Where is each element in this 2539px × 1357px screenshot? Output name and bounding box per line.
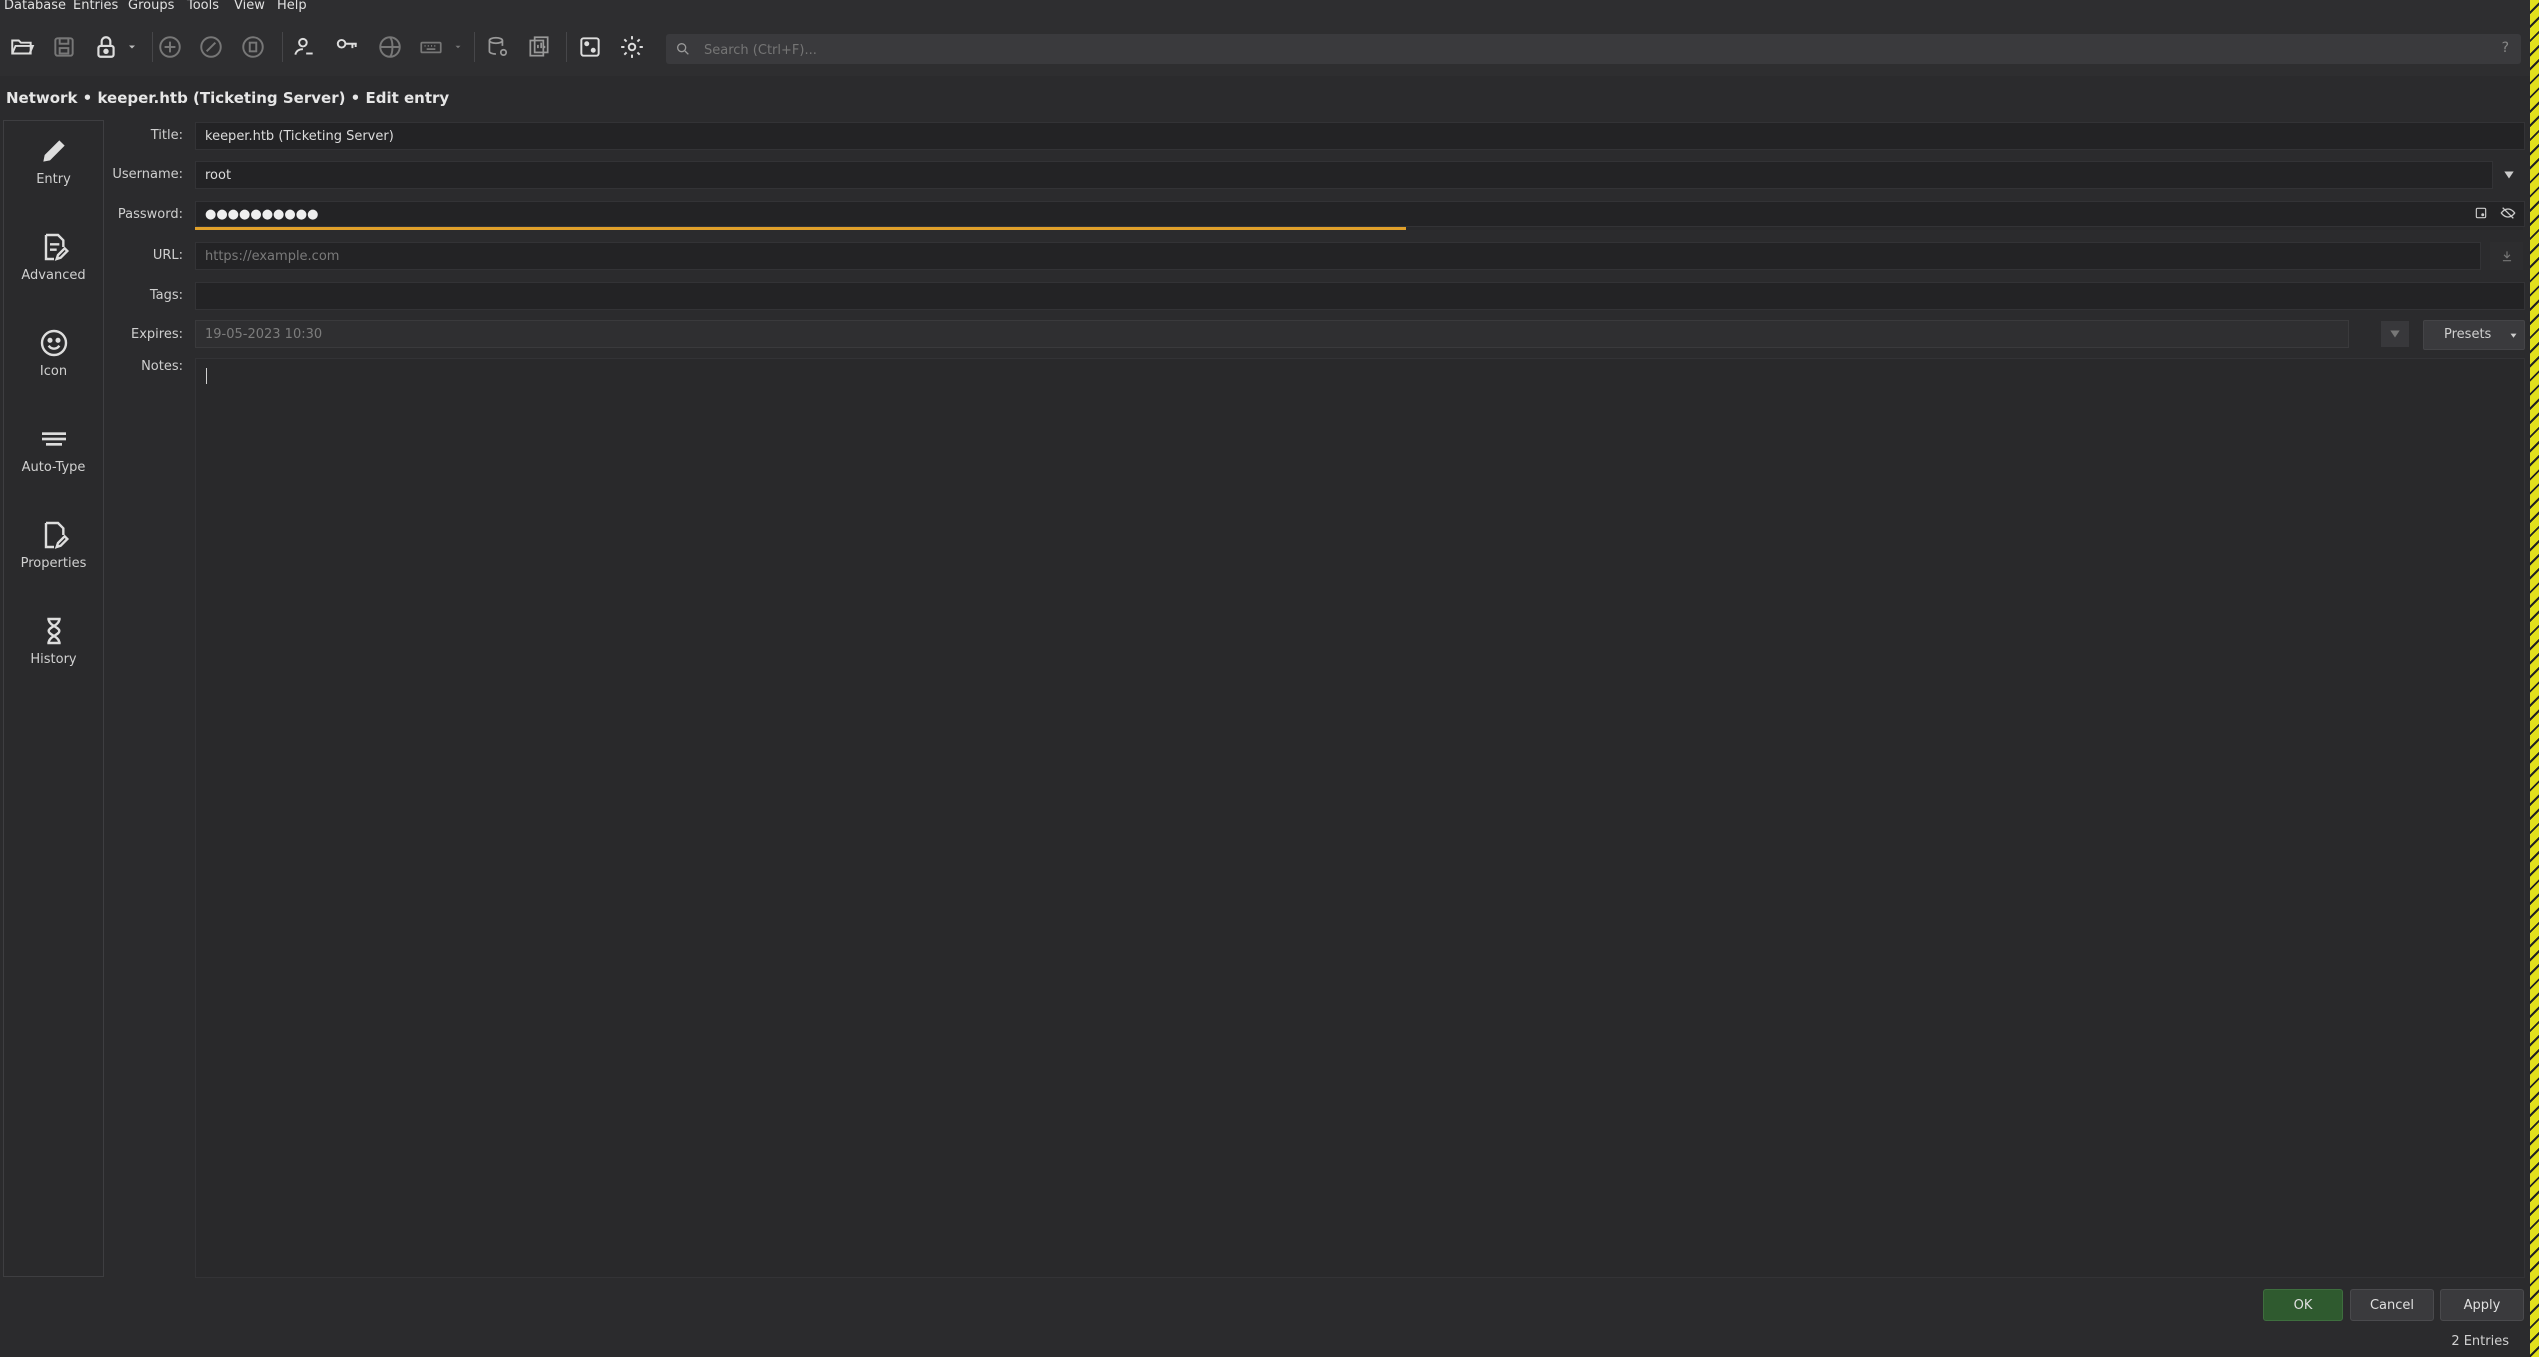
- sidebar-item-label: Properties: [20, 556, 87, 571]
- menu-entries[interactable]: Entries: [73, 0, 118, 13]
- sidebar-item-label: Icon: [39, 364, 68, 379]
- ok-button[interactable]: OK: [2263, 1289, 2343, 1321]
- database-settings-icon[interactable]: [480, 30, 514, 64]
- username-label: Username:: [112, 167, 183, 182]
- password-generator-icon[interactable]: [573, 30, 607, 64]
- lock-dropdown-icon[interactable]: [122, 30, 142, 64]
- notes-textarea[interactable]: [195, 358, 2525, 1278]
- keyboard-autotype-icon[interactable]: [414, 30, 448, 64]
- notes-label: Notes:: [141, 359, 183, 374]
- expires-datetime-input[interactable]: [196, 321, 2348, 347]
- settings-gear-icon[interactable]: [615, 30, 649, 64]
- sidebar-item-autotype[interactable]: Auto-Type: [4, 409, 103, 499]
- url-field[interactable]: [195, 242, 2481, 270]
- username-dropdown-icon[interactable]: [2494, 161, 2524, 189]
- menu-groups[interactable]: Groups: [128, 0, 174, 13]
- lock-icon[interactable]: [89, 30, 123, 64]
- url-label: URL:: [152, 248, 183, 263]
- apply-button[interactable]: Apply: [2440, 1289, 2524, 1321]
- menu-tools[interactable]: Tools: [187, 0, 219, 13]
- hide-password-icon[interactable]: [2497, 203, 2519, 223]
- sidebar-item-label: History: [30, 652, 77, 667]
- reports-icon[interactable]: [522, 30, 556, 64]
- toolbar-divider: [474, 32, 475, 62]
- folder-open-icon[interactable]: [5, 30, 39, 64]
- tags-input[interactable]: [196, 283, 2524, 309]
- tags-field[interactable]: [195, 282, 2525, 310]
- chevron-down-icon: [2510, 333, 2517, 338]
- password-label: Password:: [117, 207, 183, 222]
- search-help-icon[interactable]: ?: [2502, 40, 2509, 56]
- search-icon: [677, 43, 689, 55]
- desktop-edge: [2530, 0, 2539, 1357]
- user-copy-icon[interactable]: [287, 30, 321, 64]
- pencil-icon: [42, 140, 65, 162]
- title-input[interactable]: [196, 123, 2524, 149]
- search-input[interactable]: [702, 34, 2466, 66]
- password-field[interactable]: [195, 201, 2525, 227]
- presets-button[interactable]: Presets: [2423, 320, 2525, 350]
- username-field[interactable]: [195, 161, 2493, 189]
- sidebar-item-label: Auto-Type: [21, 460, 86, 475]
- keyboard-icon: [41, 432, 66, 446]
- password-generator-icon[interactable]: [2471, 203, 2491, 223]
- add-entry-icon[interactable]: [153, 30, 187, 64]
- hourglass-icon: [46, 617, 61, 645]
- toolbar-divider: [566, 32, 567, 62]
- expires-label: Expires:: [131, 327, 183, 342]
- edit-entry-sidebar: Entry Advanced Icon Auto-Type Properties…: [3, 120, 104, 1277]
- sidebar-item-advanced[interactable]: Advanced: [4, 217, 103, 307]
- expires-datetime-field[interactable]: [195, 320, 2349, 348]
- password-strength-bar: [195, 227, 1406, 230]
- delete-entry-icon[interactable]: [236, 30, 270, 64]
- page-title: Network • keeper.htb (Ticketing Server) …: [6, 89, 450, 107]
- save-icon[interactable]: [47, 30, 81, 64]
- url-input[interactable]: [196, 243, 2480, 269]
- title-label: Title:: [150, 128, 183, 143]
- smiley-icon: [40, 329, 67, 357]
- cancel-button[interactable]: Cancel: [2350, 1289, 2434, 1321]
- file-edit-icon: [44, 521, 69, 549]
- password-strength-track: [195, 227, 2523, 230]
- menu-help[interactable]: Help: [277, 0, 307, 13]
- url-open-icon[interactable]: [373, 30, 407, 64]
- sidebar-item-label: Entry: [36, 172, 71, 187]
- sidebar-item-history[interactable]: History: [4, 601, 103, 691]
- expires-calendar-dropdown-icon[interactable]: [2381, 321, 2409, 347]
- sidebar-item-icon[interactable]: Icon: [4, 313, 103, 403]
- document-edit-icon: [44, 233, 69, 261]
- autotype-dropdown-icon[interactable]: [448, 30, 468, 64]
- password-input[interactable]: [196, 202, 2524, 226]
- search-box[interactable]: ?: [666, 34, 2521, 66]
- download-favicon-icon[interactable]: [2490, 242, 2523, 270]
- presets-label: Presets: [2444, 327, 2492, 342]
- tags-label: Tags:: [149, 288, 183, 303]
- status-entry-count: 2 Entries: [2451, 1334, 2509, 1349]
- toolbar: ?: [0, 14, 2530, 76]
- sidebar-item-entry[interactable]: Entry: [4, 121, 103, 211]
- sidebar-item-label: Advanced: [21, 268, 86, 283]
- menubar: Database Entries Groups Tools View Help: [0, 0, 2530, 14]
- key-copy-icon[interactable]: [330, 30, 364, 64]
- title-field[interactable]: [195, 122, 2525, 150]
- menu-view[interactable]: View: [234, 0, 265, 13]
- username-input[interactable]: [196, 162, 2492, 188]
- sidebar-item-properties[interactable]: Properties: [4, 505, 103, 595]
- toolbar-divider: [282, 32, 283, 62]
- menu-database[interactable]: Database: [4, 0, 66, 13]
- text-caret: [206, 368, 207, 384]
- edit-entry-icon[interactable]: [194, 30, 228, 64]
